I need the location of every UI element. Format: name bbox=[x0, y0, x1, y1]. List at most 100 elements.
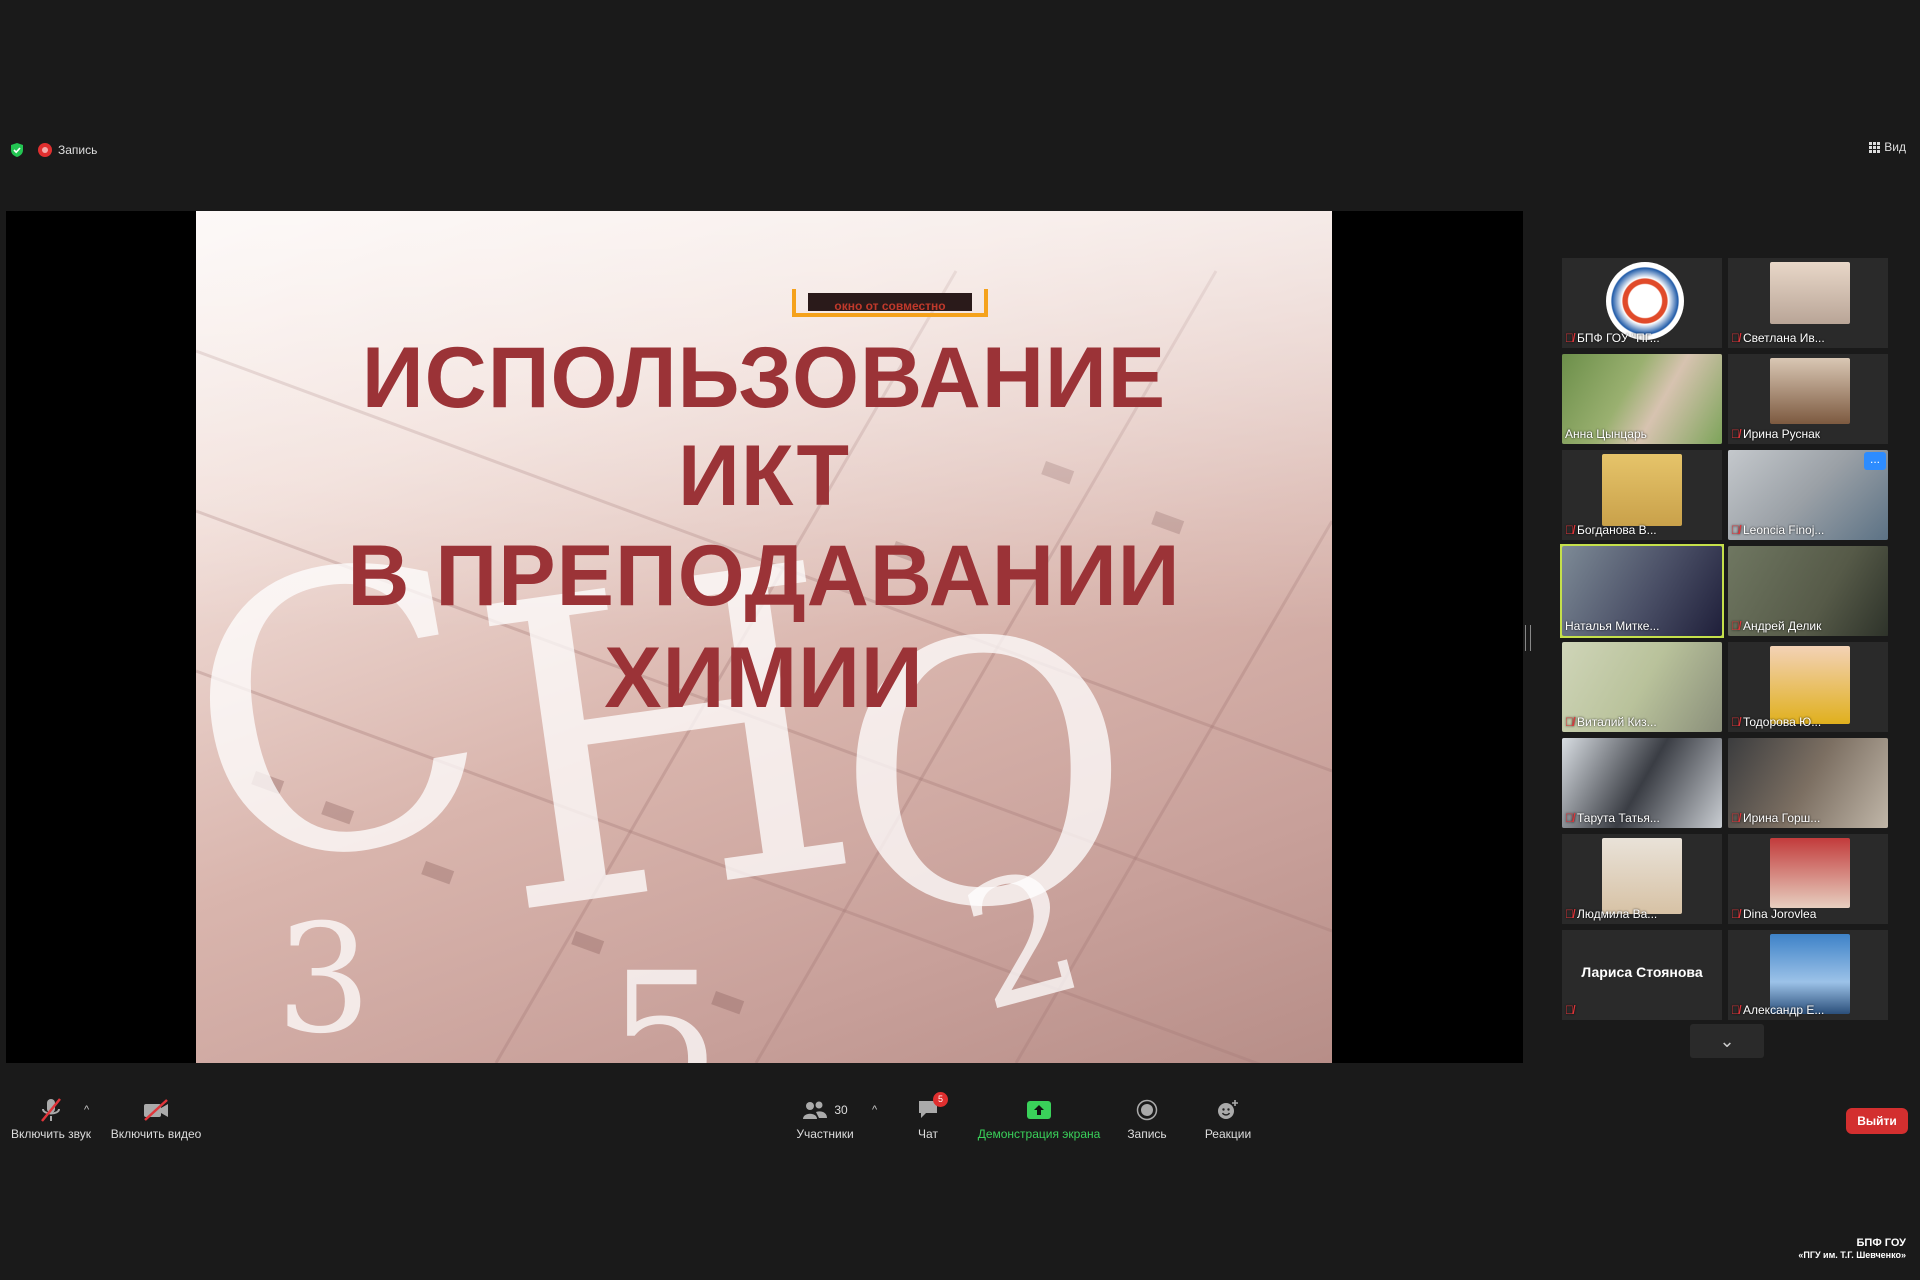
unmute-button[interactable]: Включить звук bbox=[10, 1095, 92, 1141]
muted-mic-icon: 🎙̸ bbox=[1731, 907, 1740, 921]
participant-name: 🎙̸ Тарута Татья... bbox=[1565, 811, 1660, 825]
university-logo bbox=[1606, 262, 1684, 340]
participant-name: 🎙̸ Тодорова Ю... bbox=[1731, 715, 1822, 729]
audio-options-caret[interactable]: ^ bbox=[84, 1104, 89, 1116]
participant-video bbox=[1602, 838, 1682, 914]
participant-tile[interactable]: 🎙̸ Андрей Делик bbox=[1728, 546, 1888, 636]
presentation-slide: C 3 H 5 O 2 окно от совместно ИСПОЛЬЗОВА… bbox=[196, 211, 1332, 1063]
participant-tile[interactable]: 🎙̸ Виталий Киз... bbox=[1562, 642, 1722, 732]
recording-label: Запись bbox=[58, 143, 98, 157]
video-off-icon bbox=[110, 1095, 202, 1125]
participant-name: 🎙̸ Виталий Киз... bbox=[1565, 715, 1657, 729]
participant-name: 🎙̸ Светлана Ив... bbox=[1731, 331, 1825, 345]
record-label: Запись bbox=[1127, 1127, 1167, 1141]
muted-mic-icon: 🎙̸ bbox=[1565, 523, 1574, 537]
participant-tile[interactable]: 🎙̸ Богданова В... bbox=[1562, 450, 1722, 540]
muted-mic-icon: 🎙̸ bbox=[1731, 715, 1740, 729]
participant-video bbox=[1770, 646, 1850, 724]
record-button[interactable]: Запись bbox=[1120, 1095, 1174, 1141]
slide-title-line-2: ИКТ bbox=[678, 428, 850, 524]
gallery-scroll-down-button[interactable]: ⌄ bbox=[1690, 1024, 1764, 1058]
unmute-label: Включить звук bbox=[10, 1127, 92, 1141]
leave-meeting-button[interactable]: Выйти bbox=[1846, 1108, 1908, 1134]
share-screen-button[interactable]: Демонстрация экрана bbox=[972, 1095, 1106, 1141]
muted-mic-icon: 🎙̸ bbox=[1731, 619, 1740, 633]
grid-view-icon bbox=[1869, 141, 1881, 153]
muted-mic-icon bbox=[10, 1095, 92, 1125]
participant-name-placeholder: Лариса Стоянова bbox=[1581, 964, 1703, 980]
participant-tile[interactable]: ... 🎙̸ Leoncia Finoj... bbox=[1728, 450, 1888, 540]
participants-button[interactable]: 30 Участники bbox=[790, 1095, 860, 1141]
muted-mic-icon: 🎙̸ bbox=[1565, 907, 1574, 921]
participants-count: 30 bbox=[834, 1103, 848, 1117]
participant-tile[interactable]: Лариса Стоянова 🎙̸ bbox=[1562, 930, 1722, 1020]
view-label: Вид bbox=[1884, 140, 1906, 154]
more-options-button[interactable]: ... bbox=[1864, 452, 1886, 470]
participant-video bbox=[1602, 454, 1682, 526]
svg-text:5: 5 bbox=[606, 935, 721, 1063]
panel-resize-handle[interactable] bbox=[1525, 625, 1531, 651]
muted-mic-icon: 🎙̸ bbox=[1731, 427, 1740, 441]
participant-video bbox=[1770, 262, 1850, 324]
slide-title-line-1: ИСПОЛЬЗОВАНИЕ bbox=[361, 330, 1167, 426]
participant-video bbox=[1770, 358, 1850, 424]
participant-tile[interactable]: 🎙̸ Людмила Ва... bbox=[1562, 834, 1722, 924]
watermark-line-1: БПФ ГОУ bbox=[1856, 1237, 1906, 1249]
security-shield-icon[interactable] bbox=[10, 142, 24, 158]
view-button[interactable]: Вид bbox=[1869, 140, 1906, 154]
participants-options-caret[interactable]: ^ bbox=[872, 1104, 877, 1116]
participant-name: Наталья Митке... bbox=[1565, 619, 1660, 633]
start-video-label: Включить видео bbox=[110, 1127, 202, 1141]
participants-label: Участники bbox=[796, 1127, 854, 1141]
participant-name: 🎙̸ Dina Jorovlea bbox=[1731, 907, 1817, 921]
muted-mic-icon: 🎙̸ bbox=[1731, 811, 1740, 825]
chat-button[interactable]: 5 Чат bbox=[900, 1091, 956, 1141]
muted-mic-icon: 🎙̸ bbox=[1565, 715, 1574, 729]
muted-mic-icon: 🎙̸ bbox=[1565, 1003, 1574, 1017]
participant-tile-active-speaker[interactable]: Наталья Митке... bbox=[1560, 544, 1724, 638]
shared-screen: C 3 H 5 O 2 окно от совместно ИСПОЛЬЗОВА… bbox=[6, 211, 1523, 1063]
participant-tile[interactable]: 🎙̸ Тодорова Ю... bbox=[1728, 642, 1888, 732]
share-screen-label: Демонстрация экрана bbox=[977, 1127, 1101, 1141]
slide-title-line-3: В ПРЕПОДАВАНИИ bbox=[347, 528, 1181, 624]
participant-tile[interactable]: 🎙̸ Dina Jorovlea bbox=[1728, 834, 1888, 924]
participant-tile[interactable]: 🎙̸ БПФ ГОУ "ПГ... bbox=[1562, 258, 1722, 348]
muted-mic-icon: 🎙̸ bbox=[1565, 811, 1574, 825]
chat-label: Чат bbox=[918, 1127, 938, 1141]
participant-gallery: 🎙̸ БПФ ГОУ "ПГ... 🎙̸ Светлана Ив... Анна Ц… bbox=[1560, 258, 1892, 1020]
participant-video bbox=[1770, 838, 1850, 908]
slide-banner-text: окно от совместно bbox=[808, 293, 972, 311]
recording-indicator[interactable]: Запись bbox=[38, 143, 97, 157]
top-bar: Запись bbox=[10, 140, 97, 160]
muted-mic-icon: 🎙̸ bbox=[1731, 331, 1740, 345]
share-screen-icon bbox=[972, 1095, 1106, 1125]
participant-name: Анна Цынцарь bbox=[1565, 427, 1647, 441]
participant-tile[interactable]: 🎙̸ Ирина Руснак bbox=[1728, 354, 1888, 444]
chat-icon: 5 bbox=[900, 1091, 956, 1125]
participant-name: 🎙̸ Leoncia Finoj... bbox=[1731, 523, 1825, 537]
participant-video bbox=[1770, 934, 1850, 1014]
slide-title-line-4: ХИМИИ bbox=[604, 630, 924, 726]
chevron-down-icon: ⌄ bbox=[1719, 1031, 1735, 1051]
participant-name: 🎙̸ Александр Е... bbox=[1731, 1003, 1825, 1017]
participant-tile[interactable]: 🎙̸ Тарута Татья... bbox=[1562, 738, 1722, 828]
university-watermark: БПФ ГОУ «ПГУ им. Т.Г. Шевченко» bbox=[1798, 1237, 1906, 1261]
record-icon bbox=[38, 143, 52, 157]
participant-name: 🎙̸ Ирина Руснак bbox=[1731, 427, 1821, 441]
participant-name: 🎙̸ Андрей Делик bbox=[1731, 619, 1822, 633]
participant-name: 🎙̸ Людмила Ва... bbox=[1565, 907, 1658, 921]
muted-mic-icon: 🎙̸ bbox=[1731, 523, 1740, 537]
participant-tile[interactable]: 🎙̸ Александр Е... bbox=[1728, 930, 1888, 1020]
participant-tile[interactable]: Анна Цынцарь bbox=[1562, 354, 1722, 444]
participant-tile[interactable]: 🎙̸ Ирина Горш... bbox=[1728, 738, 1888, 828]
svg-text:3: 3 bbox=[276, 893, 371, 1063]
reactions-label: Реакции bbox=[1204, 1127, 1252, 1141]
participant-name: 🎙̸ Ирина Горш... bbox=[1731, 811, 1821, 825]
muted-mic-icon: 🎙̸ bbox=[1731, 1003, 1740, 1017]
reactions-button[interactable]: Реакции bbox=[1198, 1095, 1258, 1141]
chat-unread-badge: 5 bbox=[933, 1091, 948, 1107]
participant-tile[interactable]: 🎙̸ Светлана Ив... bbox=[1728, 258, 1888, 348]
participants-icon: 30 bbox=[790, 1095, 860, 1125]
watermark-line-2: «ПГУ им. Т.Г. Шевченко» bbox=[1798, 1250, 1906, 1260]
start-video-button[interactable]: Включить видео bbox=[110, 1095, 202, 1141]
